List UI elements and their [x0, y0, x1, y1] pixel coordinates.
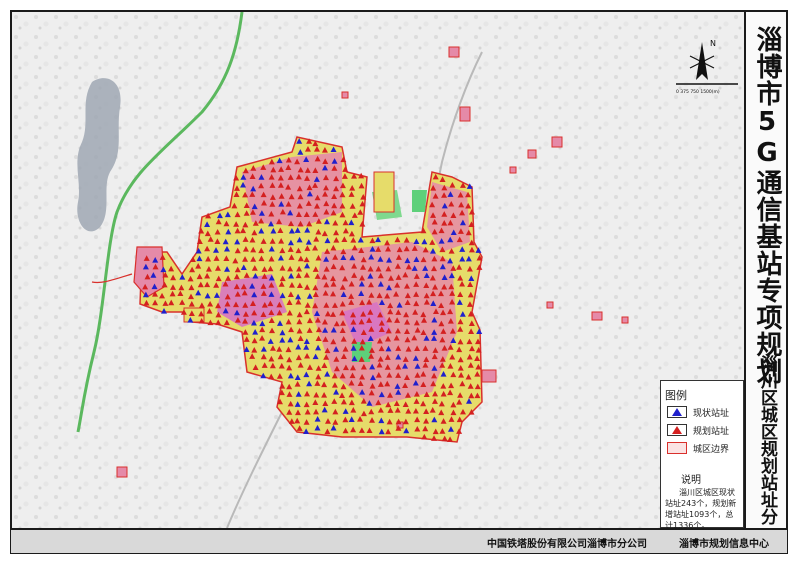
- parcel: [481, 369, 497, 383]
- footer-bar: 中国铁塔股份有限公司淄博市分公司 淄博市规划信息中心: [10, 530, 788, 554]
- map-subtitle: 淄川区城区规划站址分布图: [715, 355, 777, 525]
- base-map: [12, 12, 744, 528]
- boundary-line-icon: [667, 442, 687, 454]
- blue-triangle-icon: [667, 406, 687, 418]
- north-label: N: [710, 39, 716, 48]
- parcel: [621, 316, 629, 324]
- north-arrow-icon: [696, 42, 708, 80]
- parcel: [591, 311, 603, 321]
- title-strip: 淄博市5G通信基站专项规划 淄川区城区规划站址分布图: [715, 12, 786, 528]
- north-arrow-and-scale: N 0 375 750 1500(m): [676, 39, 738, 95]
- parcel: [341, 91, 349, 99]
- footer-left: 中国铁塔股份有限公司淄博市分公司: [487, 539, 647, 550]
- legend-item-boundary: 城区边界: [667, 441, 729, 455]
- legend-item-existing: 现状站址: [667, 405, 729, 419]
- parcel: [448, 46, 460, 58]
- parcel: [509, 166, 517, 174]
- legend-item-planned: 规划站址: [667, 423, 729, 437]
- legend-label: 规划站址: [693, 426, 730, 437]
- parcel: [116, 466, 128, 478]
- parcel: [551, 136, 563, 148]
- red-triangle-icon: [667, 424, 687, 436]
- legend-label: 城区边界: [693, 444, 730, 455]
- footer-right: 淄博市规划信息中心: [679, 539, 769, 550]
- parcel: [527, 149, 537, 159]
- green-park-2: [412, 190, 427, 212]
- notes-header: 说明: [681, 475, 701, 486]
- scale-text: 0 375 750 1500(m): [676, 89, 720, 95]
- parcel: [459, 106, 471, 122]
- legend-header: 图例: [665, 389, 687, 402]
- parcel: [546, 301, 554, 309]
- map-title: 淄博市5G通信基站专项规划: [752, 26, 782, 385]
- map-frame: N 0 375 750 1500(m) 淄博市5G通信基站专项规划 淄川区城区规…: [10, 10, 788, 530]
- park-block: [373, 171, 395, 213]
- legend: 图例 现状站址 规划站址 城区边界 说明 淄川区城区现状站址243个，规划新增站…: [660, 380, 744, 528]
- notes-text: 淄川区城区现状站址243个，规划新增站址1093个，总计1336个。: [665, 488, 737, 530]
- legend-label: 现状站址: [693, 408, 730, 419]
